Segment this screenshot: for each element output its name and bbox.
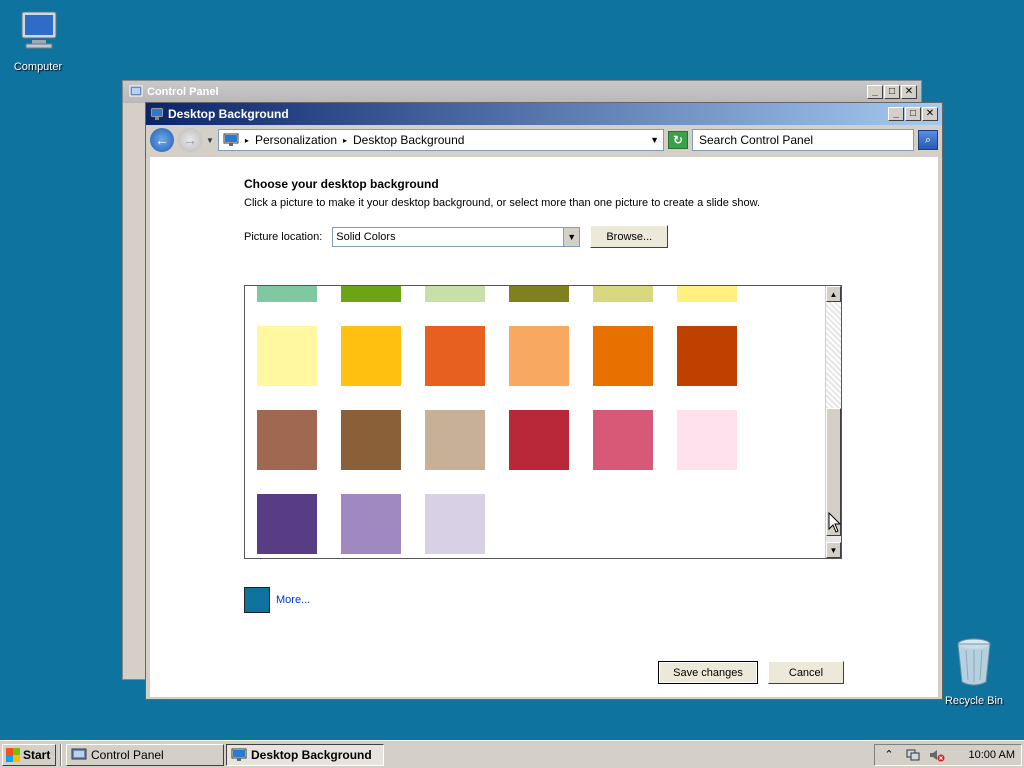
computer-label: Computer	[13, 61, 63, 73]
computer-desktop-icon[interactable]: Computer	[0, 10, 76, 73]
network-icon[interactable]	[905, 748, 921, 762]
color-swatch[interactable]	[341, 494, 401, 554]
desktop-background-titlebar[interactable]: Desktop Background _ □ ✕	[146, 103, 942, 125]
color-swatch[interactable]	[677, 410, 737, 470]
current-color-swatch[interactable]	[244, 587, 270, 613]
refresh-icon: ↻	[672, 133, 684, 147]
address-bar: ← → ▼ ▸ Personalization ▸ Desktop Backgr…	[146, 125, 942, 155]
picture-location-row: Picture location: Solid Colors ▼ Browse.…	[244, 225, 669, 248]
save-changes-button[interactable]: Save changes	[658, 661, 758, 684]
taskbar-control-panel-label: Control Panel	[91, 747, 164, 762]
color-swatch[interactable]	[425, 326, 485, 386]
control-panel-title: Control Panel	[147, 86, 219, 98]
search-button[interactable]: ⌕	[918, 130, 938, 150]
color-swatch[interactable]	[257, 494, 317, 554]
control-panel-icon	[129, 85, 143, 97]
chevron-down-icon: ▼	[829, 545, 838, 555]
maximize-button[interactable]: □	[884, 85, 900, 99]
color-swatch[interactable]	[509, 410, 569, 470]
color-swatch[interactable]	[425, 410, 485, 470]
breadcrumb[interactable]: ▸ Personalization ▸ Desktop Background ▼	[217, 129, 664, 151]
scroll-up-button[interactable]: ▲	[826, 286, 841, 302]
color-swatch[interactable]	[341, 410, 401, 470]
monitor-icon	[223, 133, 239, 146]
page-subtext: Click a picture to make it your desktop …	[244, 197, 761, 209]
page-heading: Choose your desktop background	[244, 177, 439, 191]
chevron-down-icon[interactable]: ▼	[563, 227, 580, 246]
more-colors-link[interactable]: More...	[276, 594, 310, 606]
minimize-button[interactable]: _	[867, 85, 883, 99]
windows-logo-icon	[6, 747, 20, 762]
back-button[interactable]: ←	[150, 128, 174, 152]
back-arrow-icon: ←	[155, 132, 169, 148]
swatch-gallery[interactable]: ▲ ▼	[244, 285, 842, 559]
mouse-cursor-icon	[828, 512, 842, 533]
address-dropdown-icon[interactable]: ▼	[650, 135, 659, 145]
control-panel-titlebar[interactable]: Control Panel _ □ ✕	[123, 81, 921, 103]
color-swatch[interactable]	[257, 410, 317, 470]
color-swatch[interactable]	[425, 494, 485, 554]
show-hidden-icons-icon[interactable]: ⌃	[881, 748, 897, 762]
color-swatch[interactable]	[257, 286, 317, 302]
volume-muted-icon[interactable]	[929, 748, 945, 762]
clock[interactable]: 10:00 AM	[969, 749, 1015, 761]
color-swatch[interactable]	[593, 410, 653, 470]
breadcrumb-separator-icon[interactable]: ▸	[245, 136, 249, 145]
color-swatch[interactable]	[341, 286, 401, 302]
minimize-button[interactable]: _	[888, 107, 904, 121]
monitor-icon	[231, 748, 247, 761]
chevron-up-icon: ▲	[829, 289, 838, 299]
color-swatch[interactable]	[257, 326, 317, 386]
close-button[interactable]: ✕	[901, 85, 917, 99]
breadcrumb-desktop-background[interactable]: Desktop Background	[353, 133, 464, 147]
forward-arrow-icon: →	[183, 132, 197, 148]
browse-button[interactable]: Browse...	[590, 225, 669, 248]
color-swatch[interactable]	[509, 326, 569, 386]
recent-pages-dropdown-icon[interactable]: ▼	[206, 136, 214, 145]
color-swatch[interactable]	[593, 286, 653, 302]
recycle-bin-icon	[957, 638, 991, 686]
window-title: Desktop Background	[168, 107, 289, 121]
more-colors-row: More...	[244, 587, 310, 613]
control-panel-icon	[71, 748, 87, 759]
breadcrumb-separator-icon[interactable]: ▸	[343, 136, 347, 145]
content-pane: Choose your desktop background Click a p…	[150, 157, 938, 697]
picture-location-label: Picture location:	[244, 230, 323, 243]
picture-location-value: Solid Colors	[336, 230, 396, 243]
color-swatch[interactable]	[593, 326, 653, 386]
recycle-bin-label: Recycle Bin	[944, 695, 1004, 707]
desktop-background-window[interactable]: Desktop Background _ □ ✕ ← → ▼ ▸ Persona…	[145, 102, 943, 700]
maximize-button[interactable]: □	[905, 107, 921, 121]
color-swatch[interactable]	[341, 326, 401, 386]
start-button[interactable]: Start	[2, 743, 56, 766]
taskbar-separator	[60, 743, 62, 766]
color-swatch[interactable]	[425, 286, 485, 302]
search-input[interactable]: Search Control Panel	[692, 129, 914, 151]
forward-button[interactable]: →	[178, 128, 202, 152]
computer-icon	[21, 11, 57, 49]
recycle-bin-desktop-icon[interactable]: Recycle Bin	[936, 636, 1012, 707]
desktop-background-icon	[150, 107, 164, 120]
search-icon: ⌕	[924, 133, 932, 146]
cancel-button[interactable]: Cancel	[768, 661, 844, 684]
taskbar-desktop-background[interactable]: Desktop Background	[226, 743, 384, 766]
scroll-track[interactable]	[826, 302, 841, 408]
color-swatch[interactable]	[677, 326, 737, 386]
breadcrumb-personalization[interactable]: Personalization	[255, 133, 337, 147]
start-label: Start	[23, 747, 51, 762]
color-swatch[interactable]	[677, 286, 737, 302]
color-swatch[interactable]	[509, 286, 569, 302]
picture-location-select[interactable]: Solid Colors ▼	[332, 226, 581, 247]
refresh-button[interactable]: ↻	[668, 131, 688, 149]
system-tray: ⌃ 10:00 AM	[874, 743, 1022, 766]
scroll-down-button[interactable]: ▼	[826, 542, 841, 558]
close-button[interactable]: ✕	[922, 107, 938, 121]
taskbar: Start Control Panel Desktop Background ⌃…	[0, 740, 1024, 768]
taskbar-desktop-background-label: Desktop Background	[251, 747, 372, 762]
taskbar-control-panel[interactable]: Control Panel	[66, 743, 224, 766]
